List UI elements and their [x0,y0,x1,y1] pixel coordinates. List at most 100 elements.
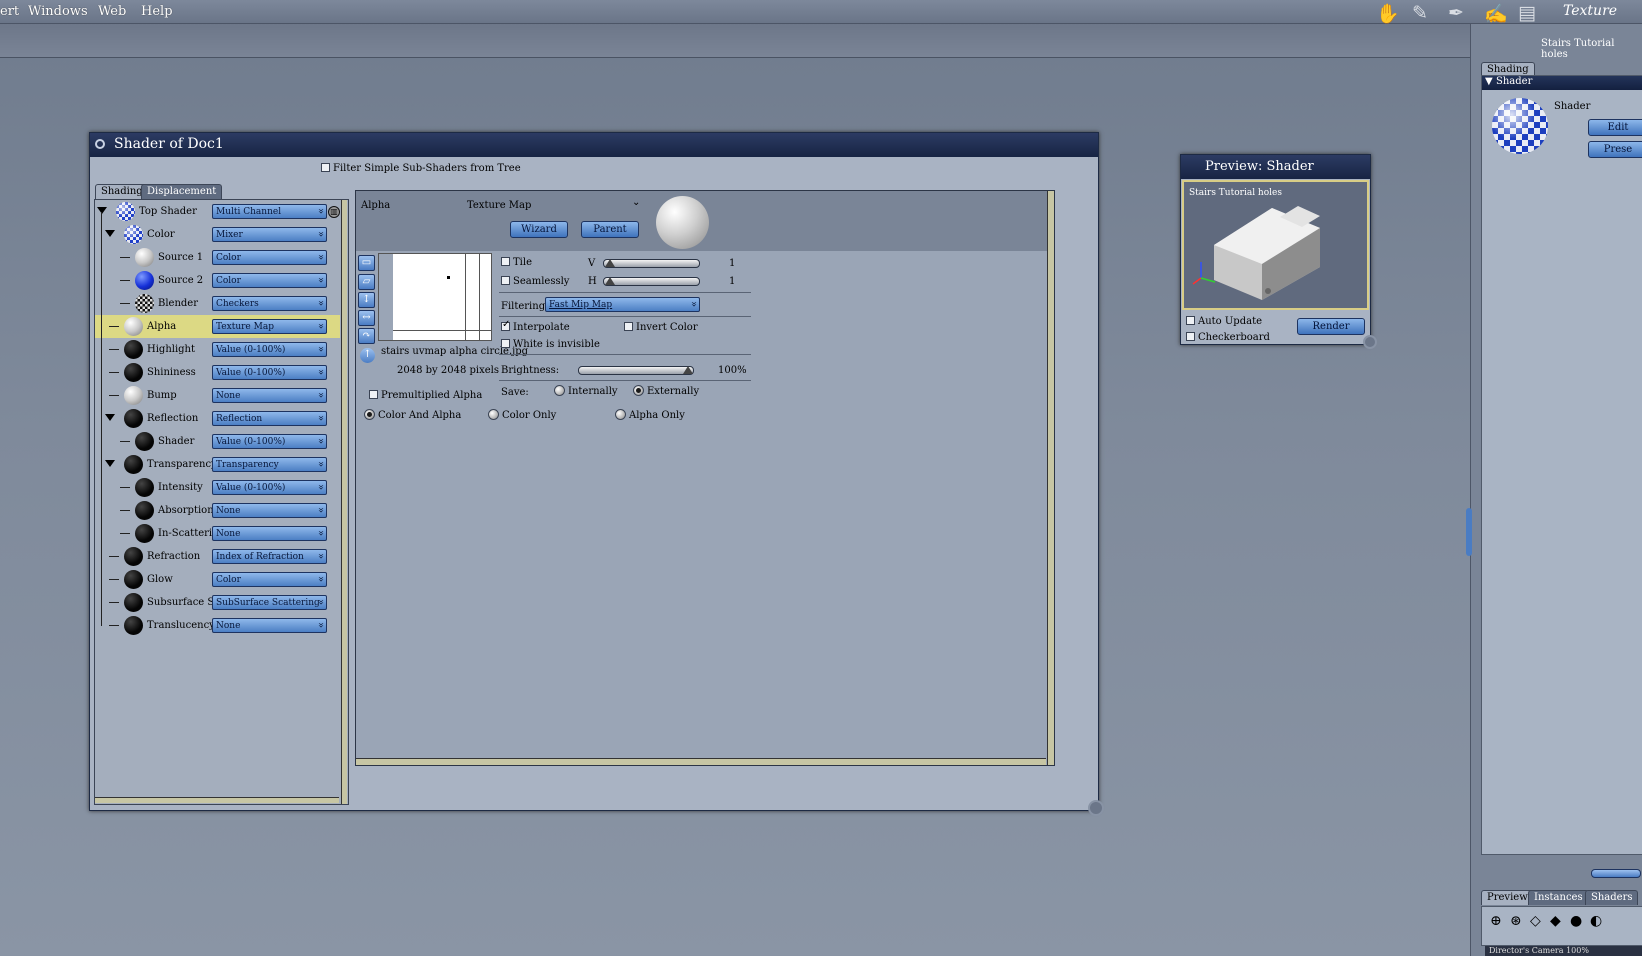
pen-room-icon[interactable]: ✒ [1448,2,1464,24]
shader-ball-icon[interactable] [124,547,143,566]
edit-button[interactable]: Edit [1588,119,1642,136]
shader-type-dropdown[interactable]: Value (0-100%) [212,365,327,380]
texture-room-icon[interactable]: ✍ [1484,2,1508,25]
tile-checkbox[interactable]: Tile [501,257,532,268]
preview-resize-handle[interactable] [1363,335,1377,349]
tile-checkbox-box[interactable] [501,257,510,266]
save-internally-radio[interactable]: Internally [554,385,618,397]
invert-color-checkbox-box[interactable] [624,322,633,331]
auto-update-checkbox-box[interactable] [1186,316,1195,325]
tab-preview[interactable]: Preview [1481,890,1534,905]
channel-type-label[interactable]: Texture Map [467,200,531,211]
shader-ball-preview[interactable] [1492,98,1548,154]
shader-ball-icon[interactable] [135,478,154,497]
tree-row[interactable]: In-Scattering None [95,522,340,545]
panel-splitter-handle[interactable] [1591,869,1641,878]
tree-row[interactable]: Source 1 Color [95,246,340,269]
shader-type-dropdown[interactable]: Value (0-100%) [212,342,327,357]
menu-windows[interactable]: Windows [28,4,88,19]
tree-scrollbar[interactable] [341,200,347,804]
v-tile-slider[interactable] [603,259,700,268]
premultiplied-checkbox-box[interactable] [369,390,378,399]
auto-update-checkbox[interactable]: Auto Update [1186,316,1262,327]
seamlessly-checkbox-box[interactable] [501,276,510,285]
tree-row[interactable]: Alpha Texture Map [95,315,340,338]
tree-row[interactable]: Reflection Reflection [95,407,340,430]
film-room-icon[interactable]: ▤ [1518,2,1536,24]
internally-radio-dot[interactable] [554,385,565,396]
shader-type-dropdown[interactable]: Reflection [212,411,327,426]
shader-ball-icon[interactable] [124,409,143,428]
shader-type-dropdown[interactable]: Value (0-100%) [212,434,327,449]
tab-instances[interactable]: Instances [1528,890,1589,905]
shader-ball-icon[interactable] [124,386,143,405]
tree-horizontal-scrollbar[interactable] [95,797,339,803]
shader-ball-icon[interactable] [116,202,135,221]
tab-shaders[interactable]: Shaders [1585,890,1639,905]
shader-type-dropdown[interactable]: Color [212,250,327,265]
flip-horizontal-icon[interactable]: ↔ [358,310,375,326]
filter-checkbox-box[interactable] [321,163,330,172]
shader-type-dropdown[interactable]: None [212,388,327,403]
color-only-radio[interactable]: Color Only [488,409,556,421]
premultiplied-alpha-checkbox[interactable]: Premultiplied Alpha [369,390,482,401]
expand-triangle-icon[interactable] [105,230,115,237]
color-and-alpha-radio-dot[interactable] [364,409,375,420]
v-slider-knob[interactable] [605,259,615,267]
filter-simple-checkbox[interactable]: Filter Simple Sub-Shaders from Tree [321,163,521,174]
tree-row[interactable]: Bump None [95,384,340,407]
shader-type-dropdown[interactable]: Color [212,572,327,587]
shader-ball-icon[interactable] [135,501,154,520]
shader-ball-icon[interactable] [135,248,154,267]
alpha-only-radio-dot[interactable] [615,409,626,420]
seamlessly-checkbox[interactable]: Seamlessly [501,276,569,287]
tree-row[interactable]: Top Shader Multi Channel [95,200,340,223]
expand-triangle-icon[interactable] [105,414,115,421]
checkerboard-checkbox-box[interactable] [1186,332,1195,341]
shader-ball-icon[interactable] [124,317,143,336]
shader-ball-icon[interactable] [124,363,143,382]
shader-ball-icon[interactable] [124,570,143,589]
white-invisible-checkbox[interactable]: White is invisible [501,339,600,350]
expand-triangle-icon[interactable] [97,207,107,214]
tree-row[interactable]: Shader Value (0-100%) [95,430,340,453]
shader-type-dropdown[interactable]: Checkers [212,296,327,311]
rotate-icon[interactable]: ⊛ [1510,913,1522,929]
filtering-dropdown[interactable]: Fast Mip Map [545,297,700,312]
tab-displacement[interactable]: Displacement [141,184,223,199]
brightness-slider[interactable] [578,366,694,375]
right-panel-collapse-tab[interactable] [1466,508,1472,556]
shader-ball-icon[interactable] [124,593,143,612]
shader-type-dropdown[interactable]: Index of Refraction [212,549,327,564]
shader-ball-icon[interactable] [135,294,154,313]
editor-horizontal-scrollbar[interactable] [356,758,1046,765]
alpha-only-radio[interactable]: Alpha Only [615,409,685,421]
tree-row[interactable]: Color Mixer [95,223,340,246]
shader-window-titlebar[interactable]: Shader of Doc1 [90,133,1098,157]
shader-ball-icon[interactable] [135,432,154,451]
externally-radio-dot[interactable] [633,385,644,396]
shader-ball-icon[interactable] [124,225,143,244]
shader-type-dropdown[interactable]: None [212,526,327,541]
menu-help[interactable]: Help [141,4,173,19]
checkerboard-checkbox[interactable]: Checkerboard [1186,332,1270,343]
white-invisible-checkbox-box[interactable] [501,339,510,348]
tree-row[interactable]: Translucency None [95,614,340,637]
preview-viewport[interactable]: Stairs Tutorial holes [1182,180,1369,310]
close-icon[interactable] [95,139,105,149]
h-slider-knob[interactable] [605,277,615,285]
editor-vertical-scrollbar[interactable] [1047,191,1054,765]
open-folder-icon[interactable]: ▱ [358,274,375,290]
save-externally-radio[interactable]: Externally [633,385,699,397]
tree-row[interactable]: Source 2 Color [95,269,340,292]
shader-type-dropdown[interactable]: Texture Map [212,319,327,334]
upload-icon[interactable]: ↑ [360,348,375,363]
shader-type-dropdown[interactable]: Mixer [212,227,327,242]
menu-insert[interactable]: ert [0,4,19,19]
shader-type-dropdown[interactable]: Color [212,273,327,288]
tree-row[interactable]: Shininess Value (0-100%) [95,361,340,384]
cube-solid-icon[interactable]: ◆ [1550,913,1561,929]
tree-row[interactable]: Highlight Value (0-100%) [95,338,340,361]
color-and-alpha-radio[interactable]: Color And Alpha [364,409,461,421]
brush-room-icon[interactable]: ✎ [1412,2,1428,24]
